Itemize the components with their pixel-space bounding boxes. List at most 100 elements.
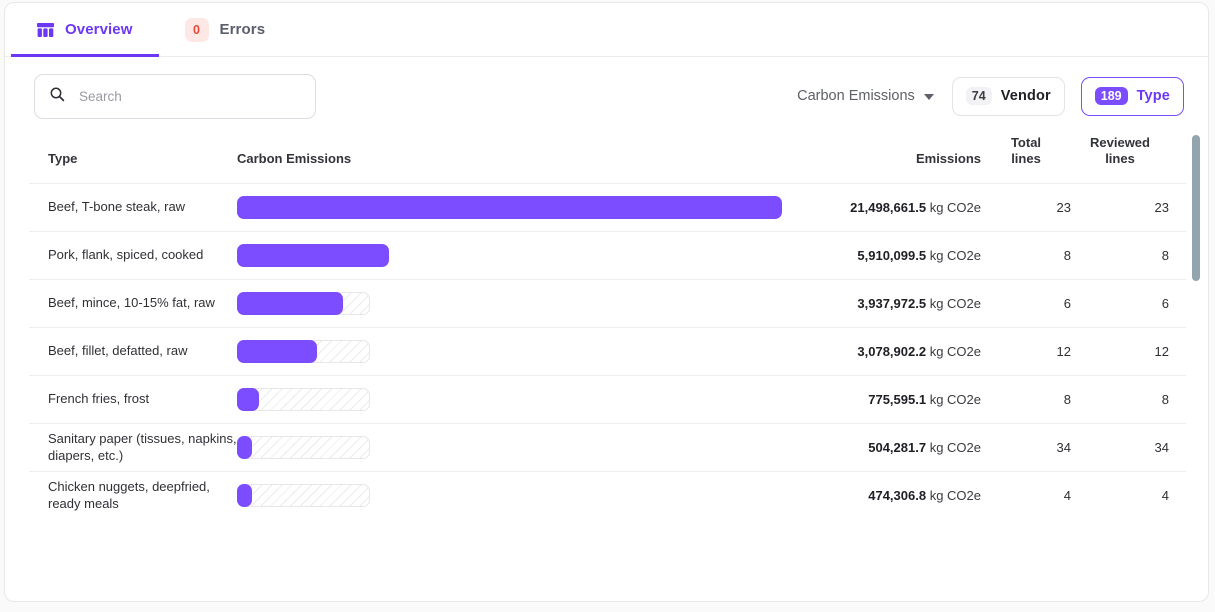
bar-chart-icon bbox=[37, 22, 54, 38]
emissions-bar-fill bbox=[237, 483, 252, 507]
emissions-value: 775,595.1 bbox=[868, 391, 927, 407]
cell-total-lines: 34 bbox=[981, 422, 1071, 471]
type-count-badge: 189 bbox=[1094, 86, 1128, 106]
table-row[interactable]: Pork, flank, spiced, cooked 5,910,099.5 k… bbox=[29, 230, 1186, 279]
cell-bar bbox=[237, 326, 805, 375]
search-input[interactable] bbox=[79, 88, 301, 104]
column-header-total-lines: Total lines bbox=[981, 135, 1071, 184]
cell-bar bbox=[237, 230, 805, 279]
cell-bar bbox=[237, 182, 805, 231]
cell-total-lines: 8 bbox=[981, 374, 1071, 423]
emissions-unit: kg CO2e bbox=[926, 439, 981, 455]
emissions-unit: kg CO2e bbox=[926, 295, 981, 311]
tab-errors[interactable]: 0 Errors bbox=[159, 3, 292, 56]
emissions-unit: kg CO2e bbox=[926, 487, 981, 503]
emissions-bar-fill bbox=[237, 435, 252, 459]
table-scrollbar[interactable] bbox=[1192, 135, 1200, 535]
search-box[interactable] bbox=[34, 73, 316, 119]
cell-reviewed-lines: 4 bbox=[1071, 470, 1186, 519]
cell-total-lines: 12 bbox=[981, 326, 1071, 375]
table-row[interactable]: Sanitary paper (tissues, napkins, diaper… bbox=[29, 422, 1186, 471]
overview-card: Overview 0 Errors Carbon Emissions bbox=[4, 2, 1209, 602]
column-header-total-lines-line1: Total bbox=[1010, 135, 1042, 150]
column-header-reviewed-lines-line1: Reviewed bbox=[1090, 135, 1150, 150]
cell-reviewed-lines: 8 bbox=[1071, 374, 1186, 423]
table-scrollbar-thumb[interactable] bbox=[1192, 135, 1200, 281]
emissions-bar-track bbox=[237, 387, 370, 411]
cell-emissions: 21,498,661.5 kg CO2e bbox=[805, 182, 981, 231]
emissions-bar-track bbox=[237, 291, 370, 315]
cell-reviewed-lines: 6 bbox=[1071, 278, 1186, 327]
emissions-bar-fill bbox=[237, 387, 259, 411]
column-header-reviewed-lines-line2: lines bbox=[1105, 151, 1135, 167]
emissions-bar-track bbox=[237, 243, 389, 267]
emissions-unit: kg CO2e bbox=[926, 391, 981, 407]
emissions-value: 3,078,902.2 bbox=[857, 343, 927, 359]
cell-reviewed-lines: 23 bbox=[1071, 182, 1186, 231]
cell-reviewed-lines: 8 bbox=[1071, 230, 1186, 279]
right-controls: Carbon Emissions 74 Vendor 189 Type bbox=[797, 76, 1184, 116]
cell-emissions: 5,910,099.5 kg CO2e bbox=[805, 230, 981, 279]
vendor-button-label: Vendor bbox=[1000, 88, 1051, 104]
cell-type: French fries, frost bbox=[29, 374, 237, 423]
table-header-row: Type Carbon Emissions Emissions Total li… bbox=[29, 135, 1186, 184]
type-button-label: Type bbox=[1136, 88, 1170, 104]
emissions-bar-track bbox=[237, 339, 370, 363]
chevron-down-icon bbox=[923, 94, 934, 100]
table-row[interactable]: Beef, fillet, defatted, raw 3,078,902.2 k… bbox=[29, 326, 1186, 375]
column-header-reviewed-lines: Reviewed lines bbox=[1071, 135, 1186, 184]
group-by-vendor-button[interactable]: 74 Vendor bbox=[951, 76, 1065, 116]
cell-bar bbox=[237, 278, 805, 327]
cell-reviewed-lines: 34 bbox=[1071, 422, 1186, 471]
cell-total-lines: 8 bbox=[981, 230, 1071, 279]
cell-emissions: 474,306.8 kg CO2e bbox=[805, 470, 981, 519]
cell-type: Chicken nuggets, deepfried, ready meals bbox=[29, 470, 237, 519]
controls-row: Carbon Emissions 74 Vendor 189 Type bbox=[5, 57, 1208, 135]
cell-bar bbox=[237, 470, 805, 519]
search-icon bbox=[49, 86, 65, 107]
emissions-bar-track bbox=[237, 483, 370, 507]
cell-type: Beef, mince, 10-15% fat, raw bbox=[29, 278, 237, 327]
cell-total-lines: 4 bbox=[981, 470, 1071, 519]
cell-type: Beef, T-bone steak, raw bbox=[29, 182, 237, 231]
cell-emissions: 504,281.7 kg CO2e bbox=[805, 422, 981, 471]
column-header-carbon-emissions: Carbon Emissions bbox=[237, 135, 805, 184]
column-header-total-lines-line2: lines bbox=[1011, 151, 1041, 167]
emissions-value: 504,281.7 bbox=[868, 439, 927, 455]
emissions-value: 474,306.8 bbox=[868, 487, 927, 503]
vendor-count-badge: 74 bbox=[965, 86, 992, 106]
emissions-bar-fill bbox=[237, 195, 782, 219]
emissions-unit: kg CO2e bbox=[926, 247, 981, 263]
metric-select-label: Carbon Emissions bbox=[797, 88, 915, 104]
cell-bar bbox=[237, 422, 805, 471]
emissions-bar-track bbox=[237, 435, 370, 459]
emissions-unit: kg CO2e bbox=[926, 343, 981, 359]
emissions-bar-fill bbox=[237, 291, 343, 315]
cell-emissions: 3,078,902.2 kg CO2e bbox=[805, 326, 981, 375]
errors-count-badge: 0 bbox=[184, 17, 209, 42]
emissions-bar-fill bbox=[237, 339, 317, 363]
table-row[interactable]: Beef, mince, 10-15% fat, raw 3,937,972.5 … bbox=[29, 278, 1186, 327]
tab-errors-label: Errors bbox=[219, 21, 266, 38]
table-row[interactable]: Chicken nuggets, deepfried, ready meals 4… bbox=[29, 470, 1186, 519]
table-row[interactable]: French fries, frost 775,595.1 kg CO2e 8 8 bbox=[29, 374, 1186, 423]
emissions-value: 21,498,661.5 bbox=[850, 199, 927, 215]
cell-emissions: 3,937,972.5 kg CO2e bbox=[805, 278, 981, 327]
cell-emissions: 775,595.1 kg CO2e bbox=[805, 374, 981, 423]
cell-type: Pork, flank, spiced, cooked bbox=[29, 230, 237, 279]
emissions-bar-track bbox=[237, 195, 782, 219]
table-container: Type Carbon Emissions Emissions Total li… bbox=[5, 135, 1208, 519]
column-header-emissions: Emissions bbox=[805, 135, 981, 184]
cell-type: Sanitary paper (tissues, napkins, diaper… bbox=[29, 422, 237, 471]
table-row[interactable]: Beef, T-bone steak, raw 21,498,661.5 kg C… bbox=[29, 182, 1186, 231]
cell-total-lines: 23 bbox=[981, 182, 1071, 231]
cell-bar bbox=[237, 374, 805, 423]
metric-select[interactable]: Carbon Emissions bbox=[797, 88, 936, 104]
emissions-table: Type Carbon Emissions Emissions Total li… bbox=[29, 135, 1186, 519]
tab-overview[interactable]: Overview bbox=[11, 3, 159, 57]
table-body: Beef, T-bone steak, raw 21,498,661.5 kg C… bbox=[29, 182, 1186, 519]
group-by-type-button[interactable]: 189 Type bbox=[1080, 76, 1184, 116]
column-header-type: Type bbox=[29, 135, 237, 184]
emissions-unit: kg CO2e bbox=[926, 199, 981, 215]
emissions-value: 3,937,972.5 bbox=[857, 295, 927, 311]
